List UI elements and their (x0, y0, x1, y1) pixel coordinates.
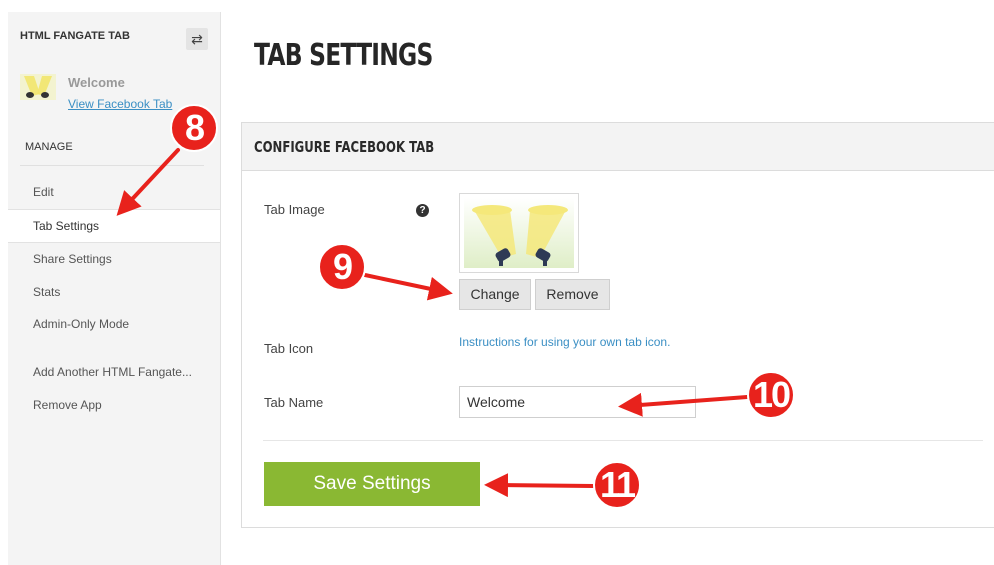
step-badge-9: 9 (318, 243, 366, 291)
tab-thumbnail (20, 74, 56, 100)
step-badge-11: 11 (593, 461, 641, 509)
tab-image-preview (459, 193, 579, 273)
save-settings-button[interactable]: Save Settings (264, 462, 480, 506)
change-image-button[interactable]: Change (459, 279, 531, 310)
tab-name-input[interactable] (459, 386, 696, 418)
panel-header: CONFIGURE FACEBOOK TAB (242, 123, 994, 171)
sidebar-item-tab-settings[interactable]: Tab Settings (33, 219, 99, 233)
page-title: TAB SETTINGS (254, 38, 433, 73)
spotlight-image (464, 198, 574, 268)
sidebar-item-admin-only-mode[interactable]: Admin-Only Mode (33, 317, 129, 331)
sidebar-item-edit[interactable]: Edit (33, 185, 54, 199)
tab-title: Welcome (68, 75, 125, 90)
step-badge-8: 8 (170, 104, 218, 152)
sidebar-item-share-settings[interactable]: Share Settings (33, 252, 112, 266)
sidebar-item-add-another[interactable]: Add Another HTML Fangate... (33, 365, 192, 379)
sidebar: HTML FANGATE TAB ⇄ Welcome View Facebook… (8, 12, 221, 565)
tab-image-label: Tab Image (264, 202, 325, 217)
swap-arrows-icon[interactable]: ⇄ (186, 28, 208, 50)
app-heading: HTML FANGATE TAB (20, 30, 130, 42)
view-facebook-tab-link[interactable]: View Facebook Tab (68, 97, 172, 111)
remove-image-button[interactable]: Remove (535, 279, 610, 310)
form-divider (263, 440, 983, 441)
sidebar-item-remove-app[interactable]: Remove App (33, 398, 102, 412)
sidebar-item-stats[interactable]: Stats (33, 285, 60, 299)
tab-icon-instructions-link[interactable]: Instructions for using your own tab icon… (459, 335, 670, 349)
tab-name-label: Tab Name (264, 395, 324, 410)
help-icon[interactable]: ? (416, 204, 429, 217)
tab-icon-label: Tab Icon (264, 341, 314, 356)
sidebar-divider (20, 165, 204, 166)
panel-title: CONFIGURE FACEBOOK TAB (254, 138, 435, 156)
manage-heading: MANAGE (25, 141, 73, 153)
step-badge-10: 10 (747, 371, 795, 419)
